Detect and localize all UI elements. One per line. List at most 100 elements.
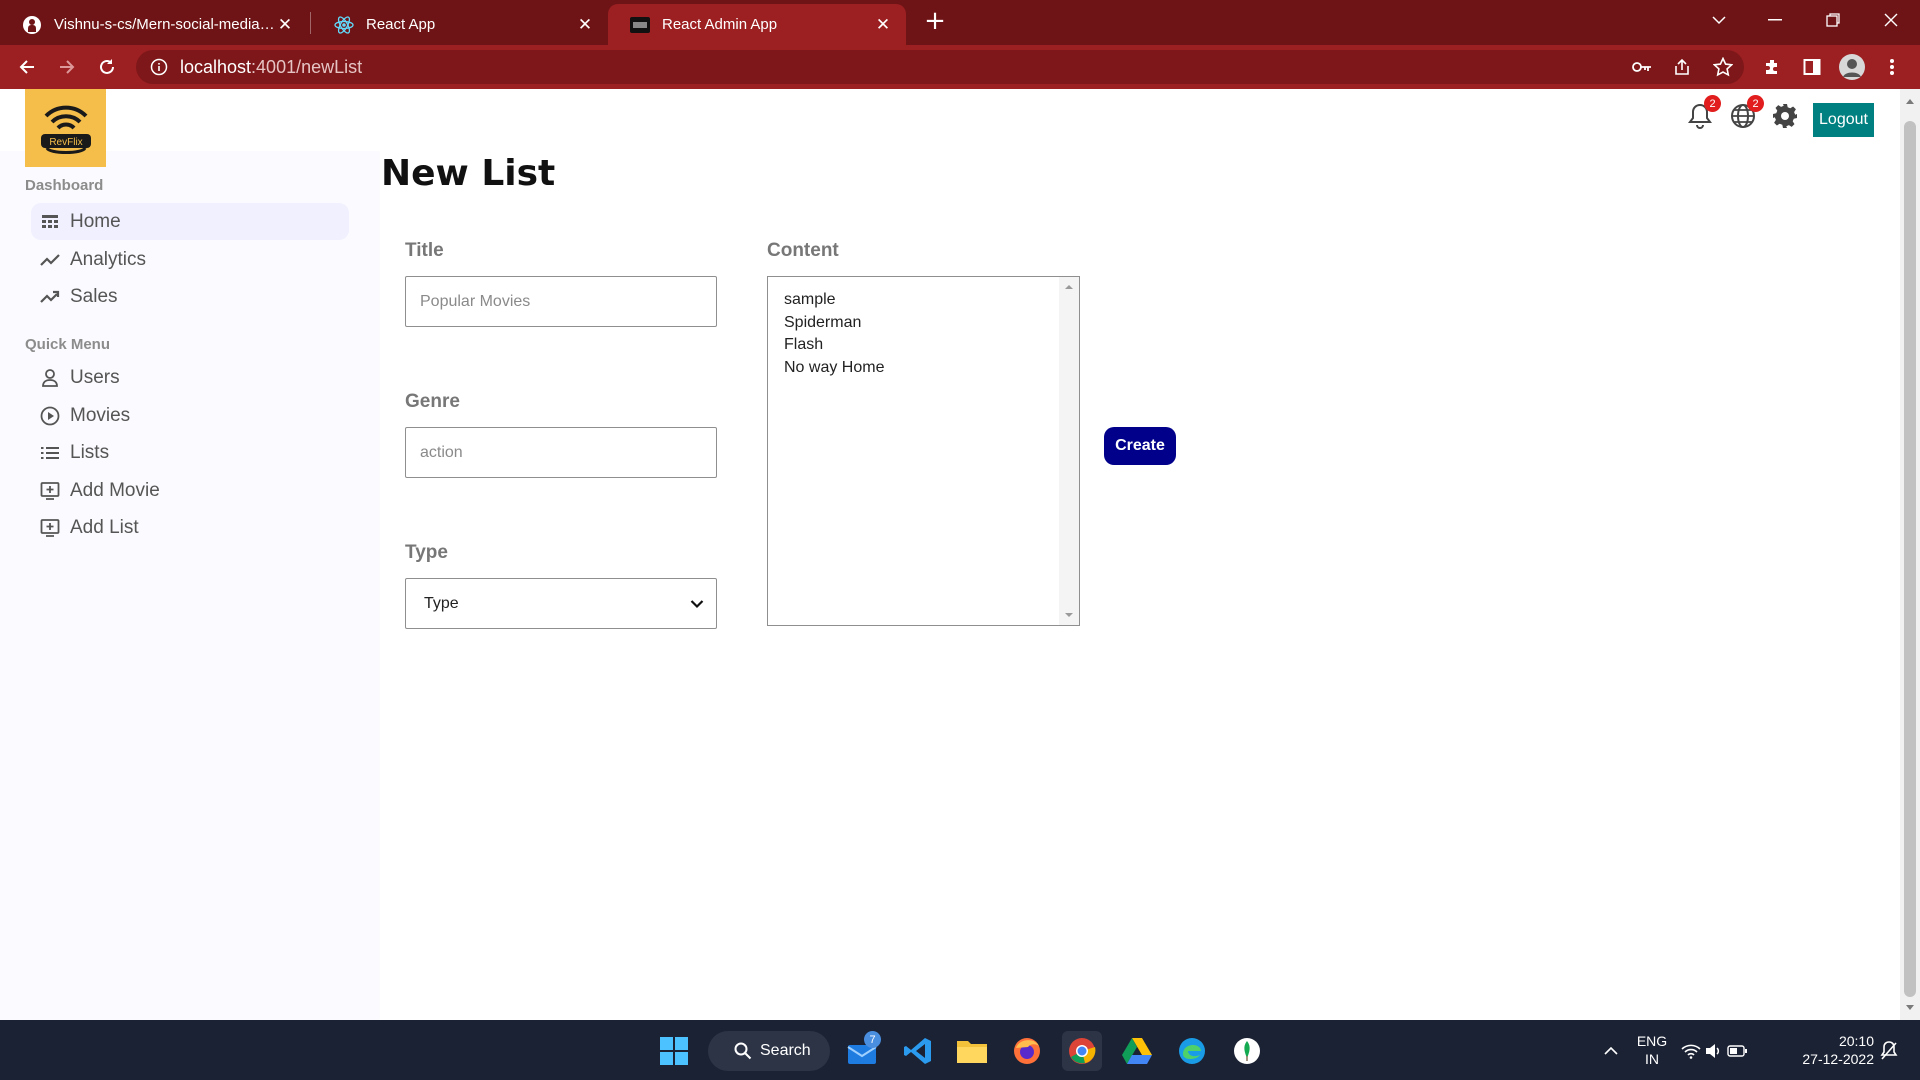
app-icon	[630, 16, 650, 33]
tray-overflow-icon[interactable]	[1591, 1031, 1631, 1071]
close-icon[interactable]: ✕	[874, 15, 892, 35]
extensions-icon[interactable]	[1756, 51, 1788, 83]
scroll-up-icon[interactable]	[1900, 93, 1920, 109]
bookmark-star-icon[interactable]	[1707, 51, 1739, 83]
tab-react-app[interactable]: React App ✕	[312, 4, 608, 45]
sidebar-item-label: Lists	[70, 441, 110, 463]
taskbar-search[interactable]: Search	[708, 1031, 830, 1071]
logout-button[interactable]: Logout	[1813, 103, 1874, 137]
file-explorer-button[interactable]	[952, 1031, 992, 1071]
add-box-icon	[40, 481, 60, 500]
notifications-button[interactable]: 2	[1685, 95, 1721, 131]
create-button[interactable]: Create	[1104, 427, 1176, 465]
content-multiselect[interactable]: sample Spiderman Flash No way Home	[767, 276, 1080, 626]
home-icon	[42, 214, 58, 228]
browser-toolbar: localhost:4001/newList	[0, 45, 1920, 89]
chrome-icon	[1069, 1038, 1096, 1064]
tab-search-icon[interactable]	[1696, 0, 1742, 40]
minimize-icon[interactable]	[1752, 0, 1798, 40]
volume-icon	[1706, 1044, 1720, 1058]
mail-badge: 7	[864, 1031, 881, 1048]
clock[interactable]: 20:10 27-12-2022	[1778, 1032, 1874, 1068]
google-drive-button[interactable]	[1117, 1031, 1157, 1071]
restore-icon[interactable]	[1810, 0, 1856, 40]
profile-avatar[interactable]	[1836, 51, 1868, 83]
back-icon[interactable]	[11, 51, 43, 83]
language-button[interactable]: 2	[1728, 95, 1764, 131]
sidebar-item-home[interactable]: Home	[31, 203, 349, 240]
sidebar-item-label: Add List	[70, 516, 139, 538]
battery-icon	[1727, 1045, 1747, 1057]
notification-center-button[interactable]	[1874, 1031, 1904, 1071]
vscode-button[interactable]	[898, 1031, 938, 1071]
sidebar-item-analytics[interactable]: Analytics	[31, 241, 349, 278]
mail-app-button[interactable]: 7	[843, 1031, 883, 1071]
page-scrollbar[interactable]	[1900, 89, 1920, 1020]
sidebar-item-lists[interactable]: Lists	[31, 434, 349, 471]
reload-icon[interactable]	[91, 51, 123, 83]
trending-icon	[40, 253, 60, 266]
edge-button[interactable]	[1172, 1031, 1212, 1071]
search-icon	[734, 1042, 752, 1060]
github-icon	[23, 15, 41, 34]
new-tab-button[interactable]: +	[920, 6, 950, 36]
sidebar-item-add-list[interactable]: Add List	[31, 509, 349, 546]
scroll-up-icon[interactable]	[1059, 279, 1079, 295]
sidebar-item-label: Movies	[70, 404, 131, 426]
menu-dots-icon[interactable]	[1876, 51, 1908, 83]
sidebar-item-movies[interactable]: Movies	[31, 397, 349, 434]
address-bar[interactable]: localhost:4001/newList	[136, 50, 1744, 84]
type-selected-value: Type	[424, 594, 459, 612]
sidebar-item-users[interactable]: Users	[31, 359, 349, 396]
windows-logo-icon	[660, 1037, 688, 1065]
mongodb-compass-button[interactable]	[1227, 1031, 1267, 1071]
key-icon[interactable]	[1626, 51, 1658, 83]
share-icon[interactable]	[1666, 51, 1698, 83]
sidebar-item-add-movie[interactable]: Add Movie	[31, 472, 349, 509]
list-icon	[41, 446, 59, 459]
tab-react-admin-app[interactable]: React Admin App ✕	[608, 4, 906, 45]
sidebar-section-quick-menu: Quick Menu	[25, 336, 111, 353]
tab-title: React Admin App	[662, 16, 778, 33]
close-icon[interactable]: ✕	[276, 15, 294, 35]
notification-badge: 2	[1704, 95, 1721, 112]
side-panel-icon[interactable]	[1796, 51, 1828, 83]
url-host: localhost	[180, 56, 252, 77]
vscode-icon	[904, 1038, 931, 1064]
scrollbar-thumb[interactable]	[1904, 121, 1916, 997]
type-select[interactable]: Type	[405, 578, 717, 629]
close-window-icon[interactable]	[1868, 0, 1914, 40]
input-language[interactable]: ENG IN	[1632, 1032, 1672, 1068]
logo[interactable]: RevFlix	[25, 89, 106, 167]
react-icon	[334, 15, 354, 34]
tab-github[interactable]: Vishnu-s-cs/Mern-social-media-app ✕	[0, 4, 308, 45]
content-option[interactable]: Spiderman	[768, 312, 1079, 335]
quick-settings[interactable]	[1678, 1031, 1750, 1071]
start-button[interactable]	[654, 1031, 694, 1071]
genre-input[interactable]: action	[405, 427, 717, 478]
language-code: ENG	[1636, 1033, 1668, 1049]
scroll-down-icon[interactable]	[1059, 607, 1079, 623]
sidebar-item-sales[interactable]: Sales	[31, 278, 349, 315]
content-option[interactable]: Flash	[768, 334, 1079, 357]
google-drive-icon	[1122, 1038, 1152, 1064]
wifi-icon	[1681, 1044, 1701, 1059]
scroll-down-icon[interactable]	[1900, 1000, 1920, 1016]
info-icon[interactable]	[150, 58, 168, 76]
sidebar-item-label: Sales	[70, 285, 118, 307]
title-input[interactable]: Popular Movies	[405, 276, 717, 327]
chrome-button[interactable]	[1062, 1031, 1102, 1071]
forward-icon[interactable]	[51, 51, 83, 83]
content-option[interactable]: No way Home	[768, 357, 1079, 380]
play-circle-icon	[40, 406, 60, 425]
settings-button[interactable]	[1770, 101, 1800, 131]
content-option[interactable]: sample	[768, 289, 1079, 312]
chevron-down-icon	[690, 599, 704, 608]
folder-icon	[957, 1041, 987, 1063]
firefox-button[interactable]	[1007, 1031, 1047, 1071]
tab-divider	[310, 12, 311, 34]
close-icon[interactable]: ✕	[576, 15, 594, 35]
logo-text: RevFlix	[49, 137, 82, 148]
listbox-scrollbar[interactable]	[1059, 277, 1079, 625]
add-box-icon	[40, 518, 60, 537]
